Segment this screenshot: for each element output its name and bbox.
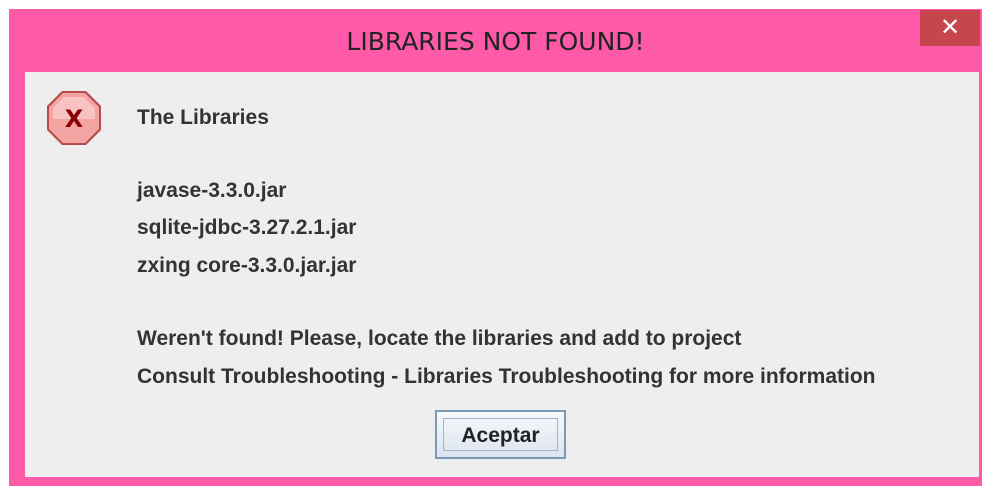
library-item: sqlite-jdbc-3.27.2.1.jar <box>137 216 357 239</box>
error-icon-letter: X <box>65 105 84 133</box>
close-button[interactable]: ✕ <box>920 10 980 46</box>
library-item: javase-3.3.0.jar <box>137 179 287 202</box>
header-text: The Libraries <box>137 106 269 129</box>
title-bar[interactable]: LIBRARIES NOT FOUND! ✕ <box>9 9 982 71</box>
dialog-title: LIBRARIES NOT FOUND! <box>346 27 645 56</box>
dialog-window: LIBRARIES NOT FOUND! ✕ X The Libraries j… <box>9 9 982 486</box>
ok-button[interactable]: Aceptar <box>435 410 566 459</box>
message-line-2: Consult Troubleshooting - Libraries Trou… <box>137 365 876 388</box>
library-item: zxing core-3.3.0.jar.jar <box>137 254 357 277</box>
message-line-1: Weren't found! Please, locate the librar… <box>137 327 742 350</box>
dialog-content: X The Libraries javase-3.3.0.jar sqlite-… <box>25 72 979 477</box>
ok-button-label: Aceptar <box>443 418 558 451</box>
error-icon: X <box>47 91 101 145</box>
